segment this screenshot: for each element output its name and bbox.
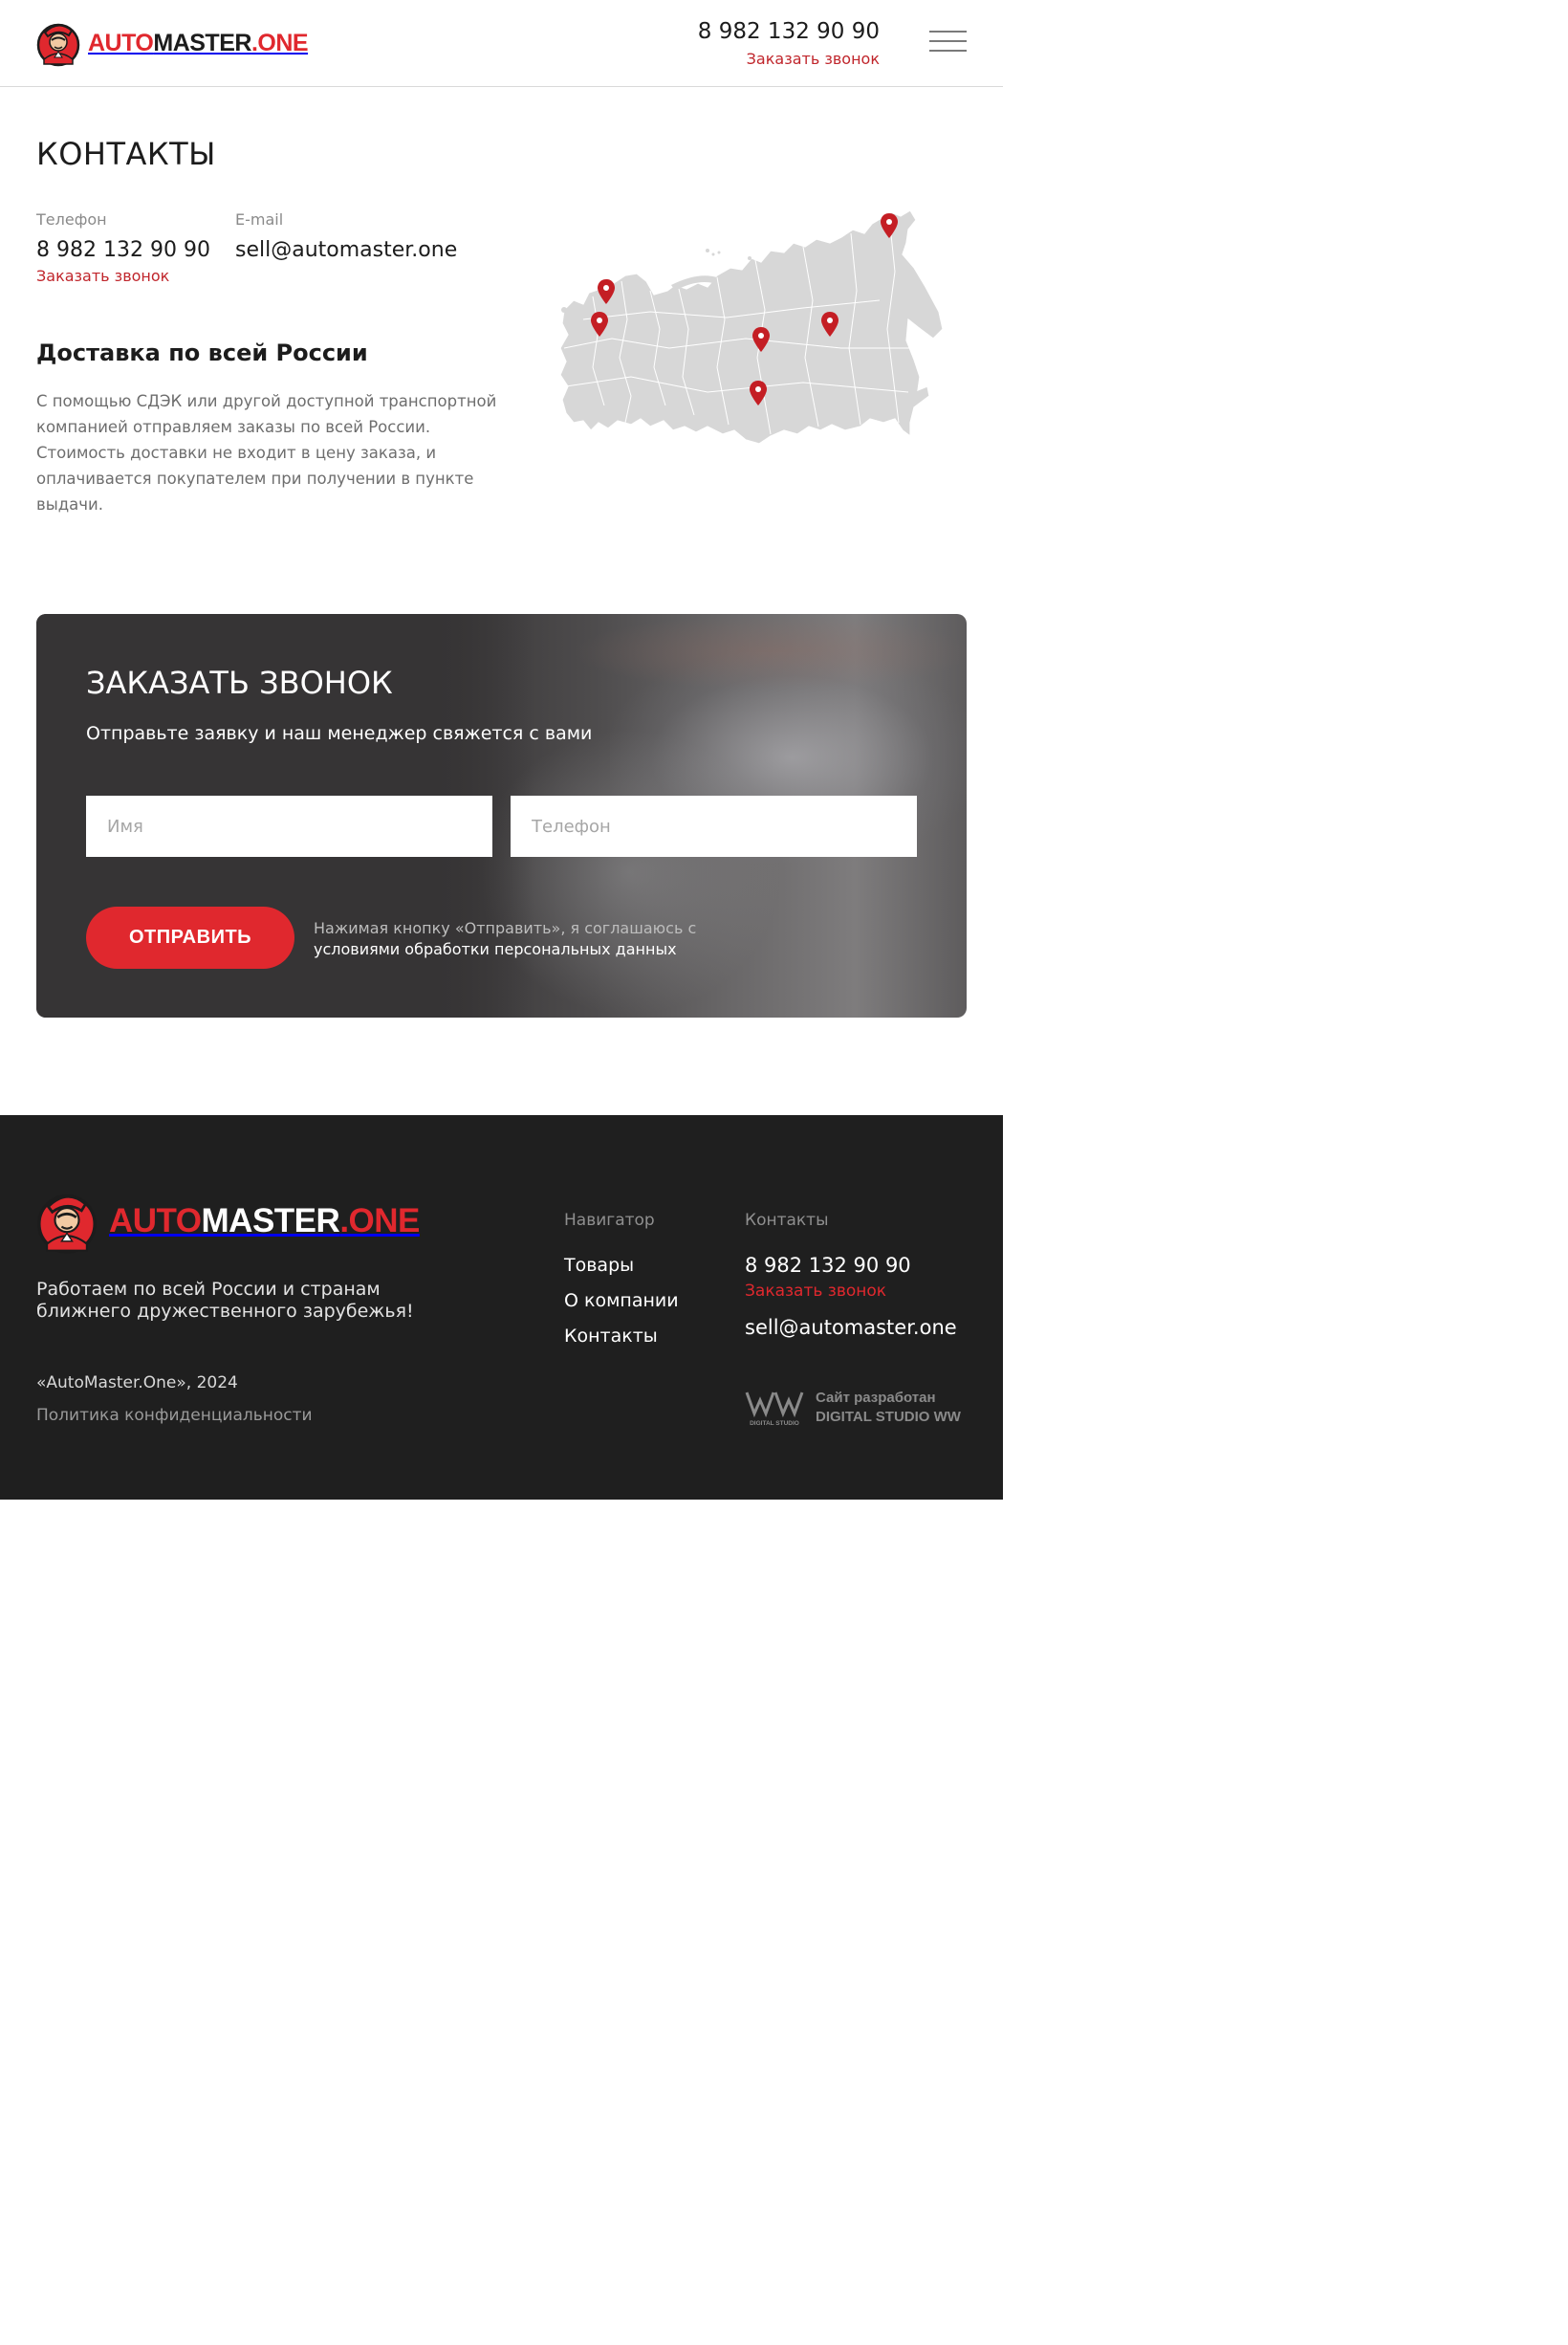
russia-map-shape xyxy=(559,209,944,445)
footer-nav-item-contacts[interactable]: Контакты xyxy=(564,1326,658,1347)
contacts-callback-link[interactable]: Заказать звонок xyxy=(36,267,169,285)
developer-credit-line1: Сайт разработан xyxy=(816,1390,936,1406)
phone-label: Телефон xyxy=(36,210,107,229)
footer-logo[interactable]: AUTOMASTER.ONE xyxy=(36,1188,420,1255)
hamburger-menu-icon[interactable] xyxy=(929,31,968,55)
footer-phone-link[interactable]: 8 982 132 90 90 xyxy=(745,1254,911,1277)
footer-contacts-heading: Контакты xyxy=(745,1211,829,1230)
contacts-email-link[interactable]: sell@automaster.one xyxy=(235,238,457,262)
header-phone-link[interactable]: 8 982 132 90 90 xyxy=(698,19,880,44)
submit-button[interactable]: ОТПРАВИТЬ xyxy=(86,907,294,969)
logo-wordmark: AUTOMASTER.ONE xyxy=(88,29,309,56)
callback-form-subtitle: Отправьте заявку и наш менеджер свяжется… xyxy=(86,723,593,744)
consent-terms-link[interactable]: условиями обработки персональных данных xyxy=(314,939,696,960)
consent-note: Нажимая кнопку «Отправить», я соглашаюсь… xyxy=(314,918,696,960)
footer-nav-item-about[interactable]: О компании xyxy=(564,1290,679,1311)
site-header: AUTOMASTER.ONE 8 982 132 90 90 Заказать … xyxy=(0,0,1003,87)
callback-form-title: ЗАКАЗАТЬ ЗВОНОК xyxy=(86,665,393,701)
footer-nav-item-products[interactable]: Товары xyxy=(564,1255,634,1276)
name-input[interactable] xyxy=(86,796,492,857)
consent-text: Нажимая кнопку «Отправить», я соглашаюсь… xyxy=(314,919,697,937)
header-callback-link[interactable]: Заказать звонок xyxy=(747,50,880,68)
footer-nav-heading: Навигатор xyxy=(564,1211,655,1230)
footer-copyright: «AutoMaster.One», 2024 xyxy=(36,1373,238,1392)
delivery-text: С помощью СДЭК или другой доступной тран… xyxy=(36,392,497,514)
footer-callback-link[interactable]: Заказать звонок xyxy=(745,1282,886,1301)
developer-credit-line2: DIGITAL STUDIO WW xyxy=(816,1409,961,1425)
footer-tagline: Работаем по всей России и странам ближне… xyxy=(36,1279,414,1322)
mechanic-mascot-icon xyxy=(36,23,80,67)
russia-map-icon xyxy=(559,209,944,445)
svg-text:DIGITAL STUDIO: DIGITAL STUDIO xyxy=(750,1420,799,1427)
footer-email-link[interactable]: sell@automaster.one xyxy=(745,1316,957,1339)
phone-input[interactable] xyxy=(511,796,917,857)
logo-wordmark: AUTOMASTER.ONE xyxy=(109,1202,420,1239)
mechanic-mascot-icon xyxy=(37,1194,97,1254)
email-label: E-mail xyxy=(235,210,284,229)
contacts-phone-link[interactable]: 8 982 132 90 90 xyxy=(36,238,210,262)
developer-credit-link[interactable]: DIGITAL STUDIO Сайт разработан DIGITAL S… xyxy=(745,1389,961,1427)
header-logo[interactable]: AUTOMASTER.ONE xyxy=(36,19,309,67)
page-title: КОНТАКТЫ xyxy=(36,136,216,172)
callback-form-section: ЗАКАЗАТЬ ЗВОНОК Отправьте заявку и наш м… xyxy=(36,614,967,1018)
developer-credit-text: Сайт разработан DIGITAL STUDIO WW xyxy=(816,1389,961,1427)
digital-studio-ww-logo-icon: DIGITAL STUDIO xyxy=(745,1392,804,1427)
privacy-policy-link[interactable]: Политика конфиденциальности xyxy=(36,1406,313,1425)
delivery-title: Доставка по всей России xyxy=(36,340,368,366)
site-footer: AUTOMASTER.ONE Работаем по всей России и… xyxy=(0,1115,1003,1500)
